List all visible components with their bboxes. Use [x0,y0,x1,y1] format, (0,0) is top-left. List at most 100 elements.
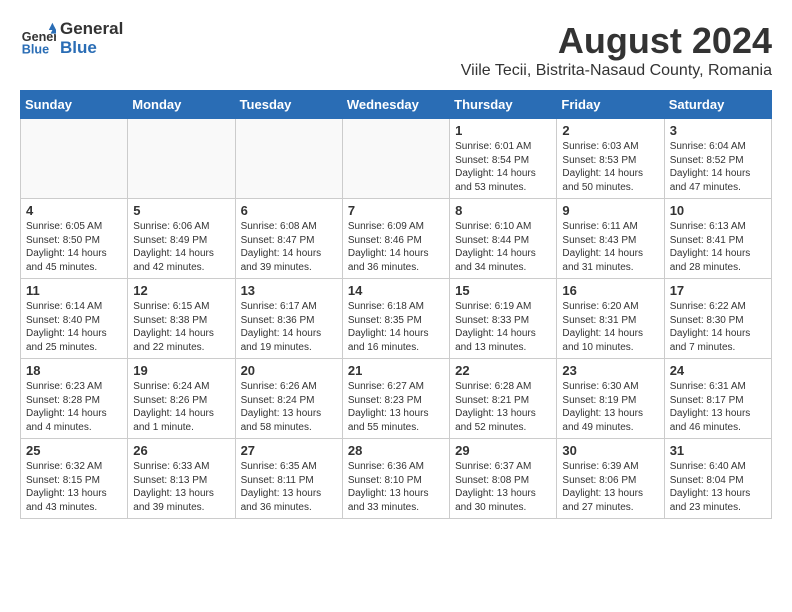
day-number: 15 [455,283,551,298]
day-cell [342,119,449,199]
day-info: Sunrise: 6:36 AM Sunset: 8:10 PM Dayligh… [348,460,444,514]
day-info: Sunrise: 6:30 AM Sunset: 8:19 PM Dayligh… [562,380,658,434]
location: Viile Tecii, Bistrita-Nasaud County, Rom… [461,62,772,80]
day-number: 17 [670,283,766,298]
day-cell: 17Sunrise: 6:22 AM Sunset: 8:30 PM Dayli… [664,279,771,359]
logo: General Blue General Blue [20,20,123,57]
day-cell: 24 Sunrise: 6:31 AM Sunset: 8:17 PM Dayli… [664,359,771,439]
day-cell: 29 Sunrise: 6:37 AM Sunset: 8:08 PM Dayli… [450,439,557,519]
day-cell: 21Sunrise: 6:27 AM Sunset: 8:23 PM Dayli… [342,359,449,439]
day-cell: 12Sunrise: 6:15 AM Sunset: 8:38 PM Dayli… [128,279,235,359]
day-number: 7 [348,203,444,218]
week-row-1: 1Sunrise: 6:01 AM Sunset: 8:54 PM Daylig… [21,119,772,199]
page-header: General Blue General Blue August 2024 Vi… [20,20,772,80]
day-info: Sunrise: 6:39 AM Sunset: 8:06 PM Dayligh… [562,460,658,514]
day-number: 14 [348,283,444,298]
day-cell: 7 Sunrise: 6:09 AM Sunset: 8:46 PM Daylig… [342,199,449,279]
day-cell: 23 Sunrise: 6:30 AM Sunset: 8:19 PM Dayli… [557,359,664,439]
logo-blue: Blue [60,39,123,58]
day-cell: 2 Sunrise: 6:03 AM Sunset: 8:53 PM Daylig… [557,119,664,199]
day-number: 5 [133,203,229,218]
day-number: 13 [241,283,337,298]
day-number: 23 [562,363,658,378]
day-cell: 30 Sunrise: 6:39 AM Sunset: 8:06 PM Dayli… [557,439,664,519]
day-info: Sunrise: 6:33 AM Sunset: 8:13 PM Dayligh… [133,460,229,514]
day-number: 10 [670,203,766,218]
day-number: 4 [26,203,122,218]
day-info: Sunrise: 6:35 AM Sunset: 8:11 PM Dayligh… [241,460,337,514]
day-cell: 22 Sunrise: 6:28 AM Sunset: 8:21 PM Dayli… [450,359,557,439]
weekday-header-saturday: Saturday [664,91,771,119]
weekday-header-sunday: Sunday [21,91,128,119]
day-cell: 26 Sunrise: 6:33 AM Sunset: 8:13 PM Dayli… [128,439,235,519]
day-cell: 25Sunrise: 6:32 AM Sunset: 8:15 PM Dayli… [21,439,128,519]
day-info: Sunrise: 6:37 AM Sunset: 8:08 PM Dayligh… [455,460,551,514]
day-info: Sunrise: 6:20 AM Sunset: 8:31 PM Dayligh… [562,300,658,354]
day-cell: 9Sunrise: 6:11 AM Sunset: 8:43 PM Daylig… [557,199,664,279]
day-info: Sunrise: 6:26 AM Sunset: 8:24 PM Dayligh… [241,380,337,434]
day-cell: 16 Sunrise: 6:20 AM Sunset: 8:31 PM Dayli… [557,279,664,359]
day-number: 28 [348,443,444,458]
week-row-2: 4Sunrise: 6:05 AM Sunset: 8:50 PM Daylig… [21,199,772,279]
day-info: Sunrise: 6:18 AM Sunset: 8:35 PM Dayligh… [348,300,444,354]
day-info: Sunrise: 6:17 AM Sunset: 8:36 PM Dayligh… [241,300,337,354]
logo-icon: General Blue [20,21,56,57]
day-number: 29 [455,443,551,458]
day-info: Sunrise: 6:40 AM Sunset: 8:04 PM Dayligh… [670,460,766,514]
weekday-header-wednesday: Wednesday [342,91,449,119]
day-cell: 18 Sunrise: 6:23 AM Sunset: 8:28 PM Dayli… [21,359,128,439]
day-info: Sunrise: 6:19 AM Sunset: 8:33 PM Dayligh… [455,300,551,354]
day-cell: 13 Sunrise: 6:17 AM Sunset: 8:36 PM Dayli… [235,279,342,359]
day-cell: 8 Sunrise: 6:10 AM Sunset: 8:44 PM Daylig… [450,199,557,279]
day-info: Sunrise: 6:28 AM Sunset: 8:21 PM Dayligh… [455,380,551,434]
day-number: 26 [133,443,229,458]
day-info: Sunrise: 6:08 AM Sunset: 8:47 PM Dayligh… [241,220,337,274]
day-info: Sunrise: 6:10 AM Sunset: 8:44 PM Dayligh… [455,220,551,274]
day-number: 19 [133,363,229,378]
day-cell: 31 Sunrise: 6:40 AM Sunset: 8:04 PM Dayli… [664,439,771,519]
weekday-header-monday: Monday [128,91,235,119]
day-number: 1 [455,123,551,138]
day-cell: 19Sunrise: 6:24 AM Sunset: 8:26 PM Dayli… [128,359,235,439]
day-number: 27 [241,443,337,458]
weekday-header-tuesday: Tuesday [235,91,342,119]
day-info: Sunrise: 6:13 AM Sunset: 8:41 PM Dayligh… [670,220,766,274]
weekday-header-friday: Friday [557,91,664,119]
day-cell [235,119,342,199]
week-row-3: 11 Sunrise: 6:14 AM Sunset: 8:40 PM Dayli… [21,279,772,359]
day-info: Sunrise: 6:03 AM Sunset: 8:53 PM Dayligh… [562,140,658,194]
day-cell: 3Sunrise: 6:04 AM Sunset: 8:52 PM Daylig… [664,119,771,199]
week-row-5: 25Sunrise: 6:32 AM Sunset: 8:15 PM Dayli… [21,439,772,519]
day-number: 6 [241,203,337,218]
day-number: 2 [562,123,658,138]
day-cell: 27 Sunrise: 6:35 AM Sunset: 8:11 PM Dayli… [235,439,342,519]
day-cell: 11 Sunrise: 6:14 AM Sunset: 8:40 PM Dayli… [21,279,128,359]
day-cell: 10 Sunrise: 6:13 AM Sunset: 8:41 PM Dayli… [664,199,771,279]
day-info: Sunrise: 6:04 AM Sunset: 8:52 PM Dayligh… [670,140,766,194]
day-number: 11 [26,283,122,298]
calendar-table: SundayMondayTuesdayWednesdayThursdayFrid… [20,90,772,519]
day-number: 31 [670,443,766,458]
weekday-header-row: SundayMondayTuesdayWednesdayThursdayFrid… [21,91,772,119]
day-number: 8 [455,203,551,218]
day-number: 12 [133,283,229,298]
day-cell: 15 Sunrise: 6:19 AM Sunset: 8:33 PM Dayli… [450,279,557,359]
day-number: 30 [562,443,658,458]
day-number: 9 [562,203,658,218]
svg-text:Blue: Blue [22,42,49,56]
day-number: 16 [562,283,658,298]
day-info: Sunrise: 6:31 AM Sunset: 8:17 PM Dayligh… [670,380,766,434]
day-info: Sunrise: 6:09 AM Sunset: 8:46 PM Dayligh… [348,220,444,274]
day-info: Sunrise: 6:23 AM Sunset: 8:28 PM Dayligh… [26,380,122,434]
title-block: August 2024 Viile Tecii, Bistrita-Nasaud… [461,20,772,80]
day-cell: 14 Sunrise: 6:18 AM Sunset: 8:35 PM Dayli… [342,279,449,359]
day-info: Sunrise: 6:14 AM Sunset: 8:40 PM Dayligh… [26,300,122,354]
day-cell: 1Sunrise: 6:01 AM Sunset: 8:54 PM Daylig… [450,119,557,199]
day-info: Sunrise: 6:27 AM Sunset: 8:23 PM Dayligh… [348,380,444,434]
day-number: 20 [241,363,337,378]
day-number: 24 [670,363,766,378]
day-number: 25 [26,443,122,458]
day-number: 22 [455,363,551,378]
day-info: Sunrise: 6:06 AM Sunset: 8:49 PM Dayligh… [133,220,229,274]
day-number: 18 [26,363,122,378]
